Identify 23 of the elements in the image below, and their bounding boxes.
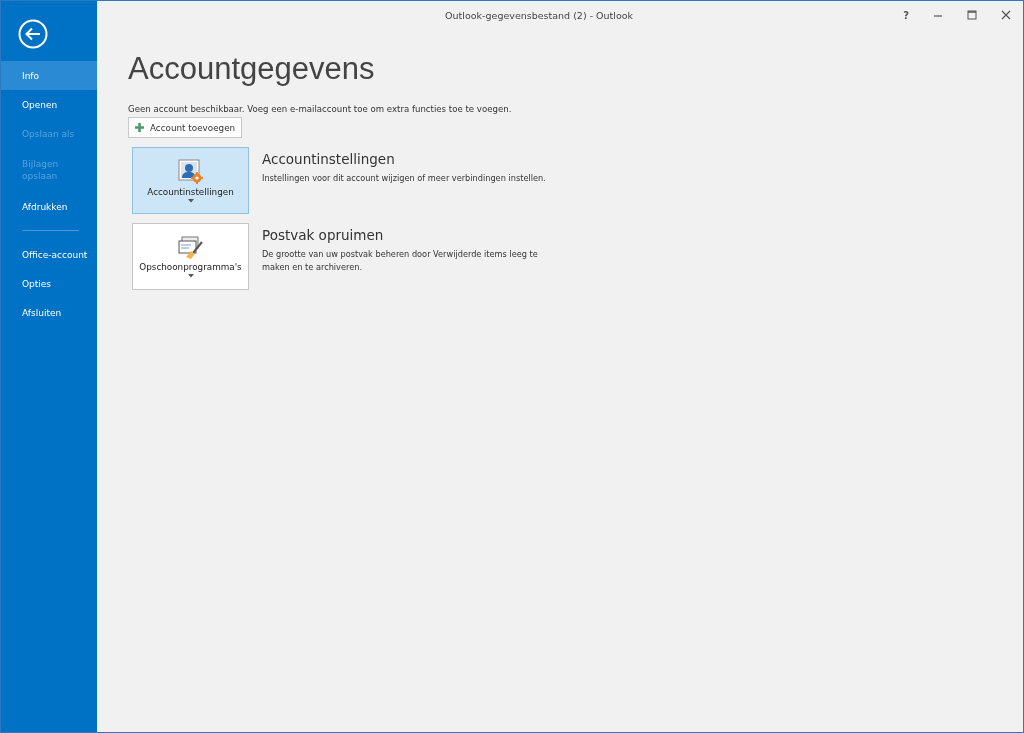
user-settings-icon — [177, 158, 204, 185]
section-description: De grootte van uw postvak beheren door Verwijderde items leeg te maken en te archiveren. — [262, 248, 539, 273]
section-title: Accountinstellingen — [262, 151, 396, 167]
page-heading: Accountgegevens — [128, 51, 376, 87]
caret-icon — [187, 273, 194, 278]
help-button[interactable]: ? — [891, 1, 921, 29]
sidebar-item[interactable]: Afsluiten — [1, 298, 97, 327]
sidebar-item[interactable]: Afdrukken — [1, 192, 97, 221]
caret-icon — [187, 198, 194, 203]
sidebar-item[interactable]: Office-account — [1, 240, 97, 269]
sidebar-item[interactable]: Info — [1, 61, 97, 90]
section-description: Instellingen voor dit account wijzigen of meer verbindingen instellen. — [262, 172, 547, 185]
account-settings-button[interactable]: Accountinstellingen — [132, 147, 249, 214]
sidebar-item[interactable]: Opties — [1, 269, 97, 298]
back-icon[interactable] — [18, 19, 48, 49]
sidebar-item[interactable]: Openen — [1, 90, 97, 119]
section-title: Postvak opruimen — [262, 227, 385, 243]
notice-text: Geen account beschikbaar. Voeg een e-mailaccount toe om extra functies toe te voegen. — [128, 104, 513, 114]
window-title: Outlook-gegevensbestand (2) - Outlook — [444, 9, 635, 21]
cleanup-tools-button[interactable]: Opschoonprogramma's — [132, 223, 249, 290]
add-account-button[interactable]: Account toevoegen — [128, 117, 243, 138]
plus-icon — [135, 123, 144, 132]
mail-broom-icon — [177, 235, 204, 260]
